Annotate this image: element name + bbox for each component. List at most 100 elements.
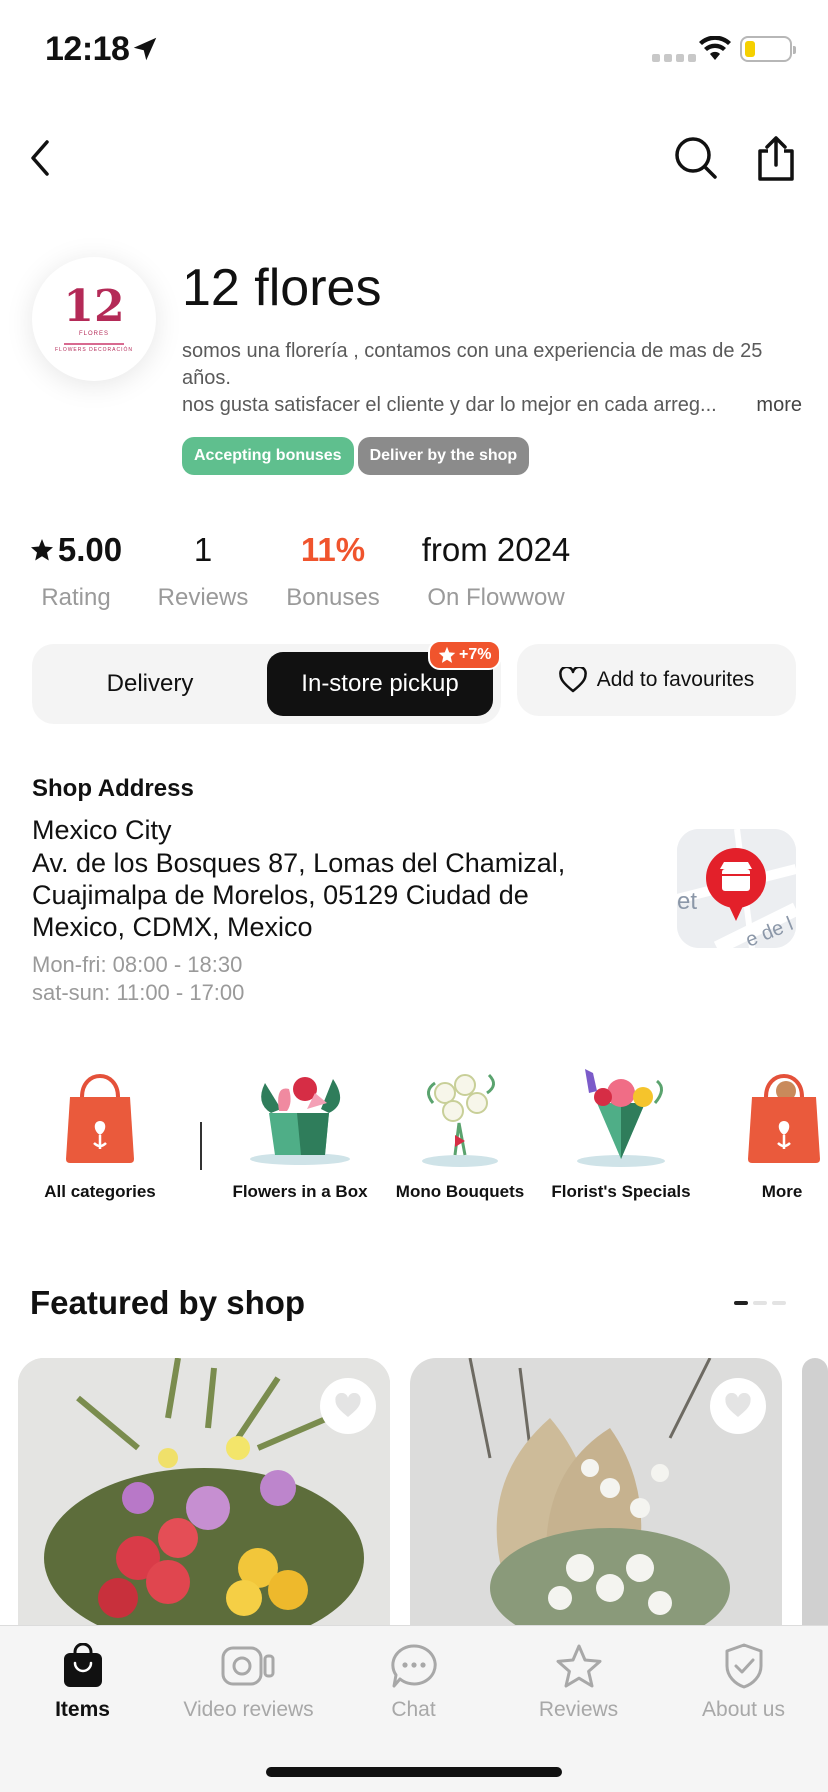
rating-value: 5.00 (57, 531, 123, 568)
tab-items[interactable]: Items (0, 1640, 165, 1722)
shop-description: somos una florería , contamos con una ex… (182, 338, 802, 419)
shield-check-icon (725, 1643, 762, 1689)
shop-address-street: Av. de los Bosques 87, Lomas del Chamiza… (32, 848, 566, 942)
tote-bag-icon (66, 1074, 134, 1163)
cellular-signal-icon (652, 54, 696, 62)
bonuses-value: 11% (300, 531, 366, 568)
shop-address-title: Shop Address (32, 775, 194, 802)
tab-chat[interactable]: Chat (331, 1640, 496, 1722)
reviews-label: Reviews (157, 584, 249, 611)
favourite-toggle-button[interactable] (710, 1378, 766, 1434)
stat-rating: 5.00 Rating (24, 528, 128, 612)
logo-subtitle: FLORES (78, 331, 109, 337)
favourite-toggle-button[interactable] (320, 1378, 376, 1434)
category-florists-specials[interactable]: Florist's Specials (550, 1060, 692, 1202)
tab-label: Reviews (538, 1698, 619, 1721)
category-label: Flowers in a Box (232, 1182, 368, 1201)
location-arrow-icon (133, 37, 157, 61)
status-time: 12:18 (45, 30, 130, 68)
logo-subtitle-2: FLOWERS DECORACIÓN (54, 347, 133, 353)
stat-reviews[interactable]: 1 Reviews (150, 528, 256, 612)
more-link[interactable]: more (756, 392, 802, 419)
featured-section-title: Featured by shop (30, 1284, 306, 1321)
tab-about-us[interactable]: About us (661, 1640, 826, 1722)
featured-product-card-1[interactable] (18, 1358, 390, 1638)
mixed-bouquet-icon (577, 1069, 665, 1167)
category-label: Mono Bouquets (395, 1182, 525, 1201)
tab-video-reviews[interactable]: Video reviews (166, 1640, 331, 1722)
delivery-option[interactable]: Delivery (40, 652, 260, 716)
flower-box-icon (250, 1077, 350, 1165)
category-all[interactable]: All categories (40, 1060, 160, 1202)
since-value: from 2024 (421, 531, 571, 568)
hours-weekday: Mon-fri: 08:00 - 18:30 (32, 952, 243, 977)
search-button[interactable] (668, 130, 724, 186)
pager-dot-active (734, 1301, 748, 1305)
stat-since: from 2024 On Flowwow (414, 528, 578, 612)
chat-bubble-icon (390, 1644, 437, 1688)
battery-icon (740, 36, 796, 62)
add-to-favourites-label: Add to favourites (596, 668, 755, 691)
accepting-bonuses-badge: Accepting bonuses (182, 437, 354, 475)
description-line-2: nos gusta satisfacer el cliente y dar lo… (182, 394, 717, 416)
shop-logo: 12 FLORES FLOWERS DECORACIÓN (32, 257, 156, 381)
featured-pager (734, 1301, 786, 1305)
heart-icon (558, 667, 587, 693)
home-indicator (266, 1767, 562, 1777)
category-flowers-in-a-box[interactable]: Flowers in a Box (230, 1060, 370, 1202)
star-icon (30, 539, 53, 561)
featured-product-card-3[interactable] (802, 1358, 828, 1638)
shop-stats: 5.00 Rating 1 Reviews 11% Bonuses from 2… (0, 528, 828, 618)
tab-label: Items (55, 1698, 110, 1721)
featured-product-card-2[interactable] (410, 1358, 782, 1638)
chevron-left-icon (31, 140, 49, 176)
opening-hours: Mon-fri: 08:00 - 18:30 sat-sun: 11:00 - … (32, 951, 244, 1007)
status-bar: 12:18 (0, 0, 828, 100)
map-thumbnail[interactable]: et e de l (677, 829, 796, 948)
rating-label: Rating (41, 584, 111, 611)
gift-bag-icon (748, 1074, 820, 1163)
reviews-value: 1 (193, 531, 213, 568)
tab-label: Video reviews (183, 1698, 314, 1721)
pickup-bonus-text: +7% (459, 646, 492, 663)
bonuses-label: Bonuses (286, 584, 380, 611)
shop-badges: Accepting bonuses Deliver by the shop (182, 437, 530, 475)
share-button[interactable] (748, 130, 804, 186)
category-divider (200, 1122, 202, 1170)
star-outline-icon (556, 1644, 601, 1688)
deliver-by-shop-badge: Deliver by the shop (357, 437, 530, 475)
category-label: All categories (44, 1182, 156, 1201)
shopping-bag-icon (63, 1643, 102, 1687)
logo-divider (64, 343, 124, 345)
top-nav-bar (0, 120, 828, 192)
tab-reviews[interactable]: Reviews (496, 1640, 661, 1722)
star-icon (438, 646, 456, 663)
tab-label: Chat (391, 1698, 436, 1721)
since-label: On Flowwow (427, 584, 565, 611)
shop-address-city: Mexico City (32, 815, 172, 845)
description-line-1: somos una florería , contamos con una ex… (182, 340, 763, 389)
category-more[interactable]: More (740, 1060, 824, 1202)
video-camera-icon (221, 1646, 274, 1686)
category-label: Florist's Specials (551, 1182, 691, 1201)
map-label-1: et (677, 888, 697, 915)
tab-label: About us (702, 1698, 785, 1721)
shop-name: 12 flores (182, 259, 382, 317)
category-label: More (761, 1182, 803, 1201)
pager-dot (753, 1301, 767, 1305)
share-icon (758, 136, 794, 181)
wifi-icon (699, 36, 731, 60)
hours-weekend: sat-sun: 11:00 - 17:00 (32, 980, 245, 1005)
pickup-bonus-badge: +7% (428, 640, 502, 670)
heart-icon (335, 1393, 361, 1417)
category-carousel: All categories Flowers in a Box Mono Bou… (0, 1060, 828, 1220)
add-to-favourites-button[interactable]: Add to favourites (517, 644, 796, 716)
logo-number: 12 (63, 281, 125, 332)
map-preview: et e de l (677, 829, 796, 948)
search-icon (675, 137, 717, 179)
white-bouquet-icon (422, 1073, 498, 1167)
stat-bonuses: 11% Bonuses (278, 528, 388, 612)
category-mono-bouquets[interactable]: Mono Bouquets (394, 1060, 526, 1202)
heart-icon (725, 1393, 751, 1417)
back-button[interactable] (12, 130, 68, 186)
